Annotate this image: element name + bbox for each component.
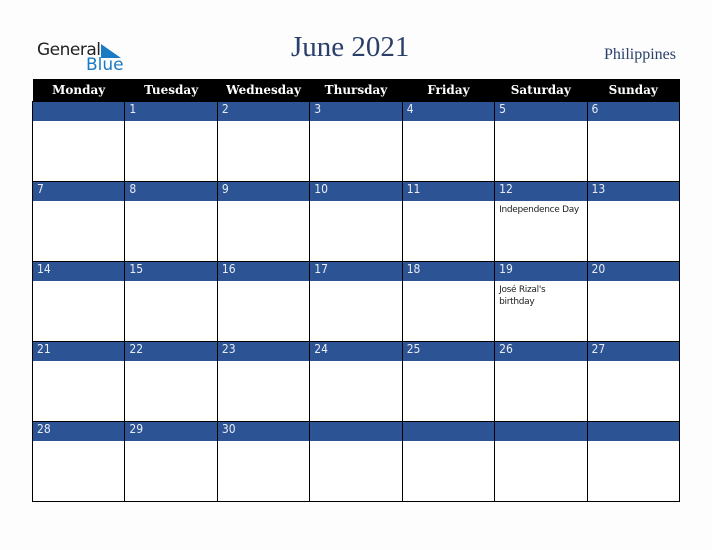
date-number-row: 7 8 9 10 11 12 13 (31, 181, 681, 201)
date-number: 30 (216, 421, 311, 441)
day-cell-event[interactable] (31, 281, 126, 342)
weekday-header: Saturday (494, 79, 588, 102)
date-number: 2 (216, 101, 311, 121)
date-number: 14 (31, 261, 126, 281)
day-cell-event[interactable] (31, 201, 126, 262)
date-number: 6 (586, 101, 681, 121)
weekday-header-row: Monday Tuesday Wednesday Thursday Friday… (32, 79, 680, 102)
day-cell-event[interactable] (216, 121, 311, 182)
weekday-header: Sunday (587, 79, 680, 102)
weekday-header: Wednesday (217, 79, 310, 102)
calendar-grid: Monday Tuesday Wednesday Thursday Friday… (31, 79, 681, 502)
day-content-row: José Rizal's birthday (31, 281, 681, 342)
day-cell-event[interactable] (216, 361, 311, 422)
weekday-header: Friday (402, 79, 495, 102)
date-number (309, 421, 403, 441)
date-number-row: 14 15 16 17 18 19 20 (31, 261, 681, 281)
date-number (586, 421, 681, 441)
weekday-header: Tuesday (124, 79, 218, 102)
day-cell-event[interactable] (309, 201, 403, 262)
day-cell-event[interactable] (216, 441, 311, 502)
date-number: 24 (309, 341, 403, 361)
date-number: 27 (586, 341, 681, 361)
date-number: 7 (31, 181, 126, 201)
day-cell-event[interactable] (309, 361, 403, 422)
day-content-row (31, 441, 681, 502)
date-number: 16 (216, 261, 311, 281)
date-number: 3 (309, 101, 403, 121)
day-cell-event[interactable] (309, 441, 403, 502)
date-number (494, 421, 588, 441)
date-number: 17 (309, 261, 403, 281)
page-title: June 2021 (291, 31, 410, 63)
date-number: 11 (401, 181, 496, 201)
date-number: 20 (586, 261, 681, 281)
day-cell-event[interactable] (494, 441, 588, 502)
day-cell-event[interactable] (124, 121, 218, 182)
day-cell-event[interactable] (494, 121, 588, 182)
day-cell-event[interactable] (216, 281, 311, 342)
day-cell-event[interactable] (124, 281, 218, 342)
day-cell-event[interactable] (31, 361, 126, 422)
day-cell-event[interactable] (586, 361, 681, 422)
date-number: 5 (494, 101, 588, 121)
day-cell-event[interactable] (124, 441, 218, 502)
day-cell-event[interactable] (494, 361, 588, 422)
day-content-row: Independence Day (31, 201, 681, 262)
date-number: 21 (31, 341, 126, 361)
date-number (401, 421, 496, 441)
date-number: 26 (494, 341, 588, 361)
date-number: 28 (31, 421, 126, 441)
date-number: 1 (124, 101, 218, 121)
date-number: 9 (216, 181, 311, 201)
date-number-row: 21 22 23 24 25 26 27 (31, 341, 681, 361)
day-cell-event[interactable] (586, 121, 681, 182)
day-cell-event[interactable] (401, 121, 496, 182)
date-number: 22 (124, 341, 218, 361)
date-number: 19 (494, 261, 588, 281)
date-number: 15 (124, 261, 218, 281)
day-cell-event[interactable] (401, 361, 496, 422)
date-number-row: 28 29 30 (31, 421, 681, 441)
weekday-header: Thursday (309, 79, 403, 102)
date-number: 29 (124, 421, 218, 441)
date-number: 23 (216, 341, 311, 361)
date-number: 13 (586, 181, 681, 201)
date-number (31, 101, 126, 121)
date-number-row: 123456 (31, 101, 681, 121)
day-cell-event[interactable] (401, 201, 496, 262)
day-cell-event[interactable] (124, 361, 218, 422)
date-number: 25 (401, 341, 496, 361)
day-cell-event[interactable]: Independence Day (494, 201, 588, 262)
day-content-row (31, 121, 681, 182)
day-cell-event[interactable]: José Rizal's birthday (494, 281, 588, 342)
day-cell-event[interactable] (124, 201, 218, 262)
day-cell-event[interactable] (586, 201, 681, 262)
date-number: 10 (309, 181, 403, 201)
date-number: 12 (494, 181, 588, 201)
day-cell-event[interactable] (31, 441, 126, 502)
day-content-row (31, 361, 681, 422)
day-cell-event[interactable] (31, 121, 126, 182)
date-number: 18 (401, 261, 496, 281)
day-cell-event[interactable] (309, 281, 403, 342)
day-cell-event[interactable] (586, 281, 681, 342)
day-cell-event[interactable] (401, 281, 496, 342)
date-number: 8 (124, 181, 218, 201)
day-cell-event[interactable] (216, 201, 311, 262)
country-label: Philippines (603, 46, 676, 63)
day-cell-event[interactable] (586, 441, 681, 502)
weekday-header: Monday (32, 79, 125, 102)
day-cell-event[interactable] (401, 441, 496, 502)
logo-text-blue: Blue (86, 55, 124, 75)
date-number: 4 (401, 101, 496, 121)
day-cell-event[interactable] (309, 121, 403, 182)
